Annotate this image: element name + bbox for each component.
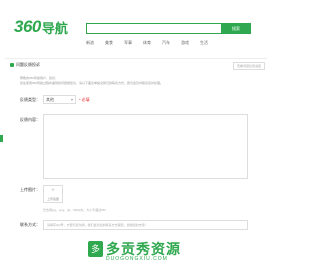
type-label: 反馈类型： [20,97,40,102]
nav-item[interactable]: 汽车 [162,40,170,46]
plus-icon: + [51,188,55,194]
logo-text: 导航 [41,20,68,36]
top-nav: 新浪 美食 军事 体育 汽车 游戏 生活 [86,40,219,46]
required-note: * 必填 [79,97,90,102]
site-logo[interactable]: 360 导航 [14,17,68,36]
header: 360 导航 搜索 新浪 美食 军事 体育 汽车 游戏 生活 [0,0,267,52]
content-label: 反馈内容： [20,117,40,122]
upload-hint: 仅支持jpg、png、gif，5M以内，大小不超过5M [43,208,106,212]
nav-item[interactable]: 美食 [105,40,113,46]
type-select[interactable]: 其他 ▾ [43,95,76,104]
watermark-logo: 多 [88,241,103,257]
content-textarea[interactable] [43,114,248,179]
upload-text: 上传截图 [46,197,59,201]
contact-input[interactable]: 请填写QQ号，方便与您沟通，我们会对您的联系方式保密，谢谢您的支持！ [43,220,248,230]
search-button[interactable]: 搜索 [221,23,251,34]
contact-label: 联系方式： [20,222,40,227]
search-input[interactable] [86,23,221,34]
watermark-subtext: DUOGONGXIU.COM [106,256,168,262]
nav-item[interactable]: 生活 [200,40,208,46]
nav-item[interactable]: 军事 [124,40,132,46]
upload-button[interactable]: + 上传截图 [43,185,63,203]
panel-title: 问题反馈投诉 [10,62,40,68]
side-tab[interactable] [0,135,3,142]
progress-link[interactable]: 查看问题反馈进度 [233,62,265,70]
logo-number: 360 [14,17,41,36]
panel-title-text: 问题反馈投诉 [16,62,40,67]
feedback-icon [10,63,14,67]
type-value: 其他 [46,97,54,102]
intro-text: 尊敬的360导航用户，您好： 您在使用360导航过程中遇到的问题或建议，请以下面… [20,76,163,86]
chevron-down-icon: ▾ [70,97,73,102]
upload-label: 上传图片： [20,187,40,192]
nav-item[interactable]: 游戏 [181,40,189,46]
intro-line: 您在使用360导航过程中遇到的问题或建议，请以下面表单提交我们的联系方式，我们会… [20,81,164,85]
nav-item[interactable]: 体育 [143,40,151,46]
nav-item[interactable]: 新浪 [86,40,94,46]
